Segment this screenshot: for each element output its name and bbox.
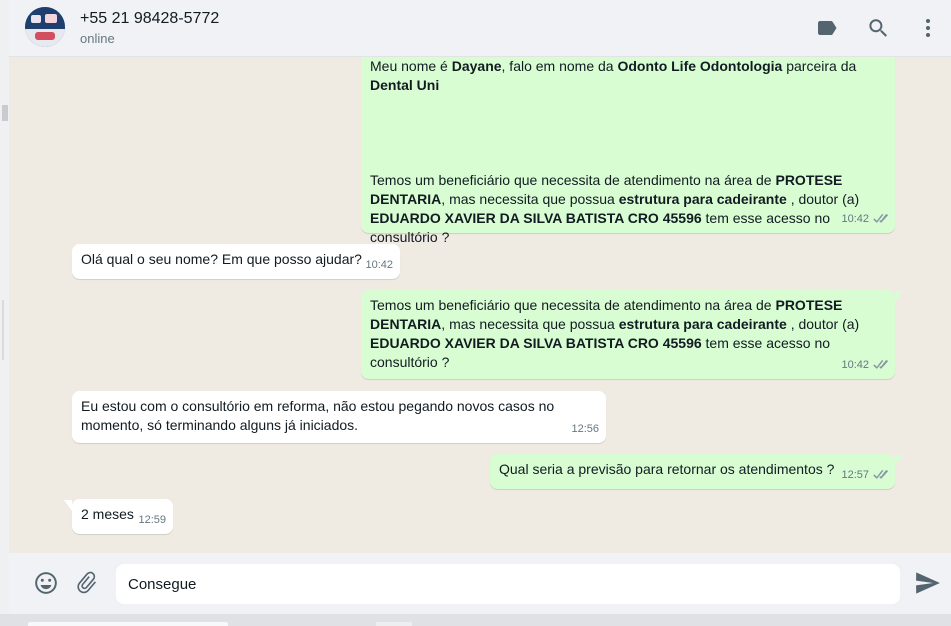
attach-icon[interactable] [74, 570, 100, 596]
composer-bar [9, 553, 951, 614]
double-check-icon [872, 470, 888, 481]
message-input[interactable] [116, 564, 900, 604]
message-text-bold: Odonto Life Odontologia [617, 58, 783, 74]
message-text-segment: 2 meses [81, 506, 134, 522]
message-time: 10:42 [841, 359, 869, 371]
window-edge [0, 0, 9, 626]
message-text: Olá qual o seu nome? Em que posso ajudar… [81, 250, 391, 269]
message-text-bold: EDUARDO XAVIER DA SILVA BATISTA CRO 4559… [370, 335, 702, 351]
message-text-segment: Meu nome é [370, 58, 452, 74]
message-text-segment: , doutor (a) [786, 316, 860, 332]
message-text-segment: , mas necessita que possua [441, 316, 619, 332]
message-text-bold: estrutura para cadeirante [618, 191, 787, 207]
message-meta: 10:42 [841, 210, 888, 229]
message-text-segment: , doutor (a) [786, 191, 860, 207]
message-text: Meu nome é Dayane, falo em nome da Odont… [370, 57, 886, 247]
message-text-segment: Olá qual o seu nome? Em que posso ajudar… [81, 251, 362, 267]
message-meta: 12:59 [138, 511, 166, 530]
message-list[interactable]: Meu nome é Dayane, falo em nome da Odont… [9, 57, 951, 553]
message-text-segment: Qual seria a previsão para retornar os a… [499, 461, 835, 477]
message-bubble-incoming[interactable]: 2 meses 12:59 [64, 499, 173, 534]
message-text-bold: Dayane [451, 58, 502, 74]
message-text-segment: Eu estou com o consultório em reforma, n… [81, 398, 555, 433]
contact-status: online [80, 31, 115, 46]
send-icon[interactable] [915, 570, 941, 596]
taskbar-tab [28, 622, 228, 626]
bubble-tail [895, 454, 903, 467]
message-meta: 10:42 [365, 256, 393, 275]
scroll-marker [2, 105, 8, 121]
message-time: 12:59 [138, 514, 166, 526]
message-time: 12:56 [571, 423, 599, 435]
double-check-icon [872, 360, 888, 371]
message-text-bold: EDUARDO XAVIER DA SILVA BATISTA CRO 4559… [370, 210, 702, 226]
message-bubble-outgoing[interactable]: Temos um beneficiário que necessita de a… [361, 290, 903, 379]
message-text-segment: , mas necessita que possua [441, 191, 619, 207]
message-time: 12:57 [841, 469, 869, 481]
menu-dots-icon[interactable] [916, 16, 940, 40]
message-bubble-incoming[interactable]: Eu estou com o consultório em reforma, n… [72, 391, 606, 443]
window-bottom-bar [0, 614, 951, 626]
contact-name[interactable]: +55 21 98428-5772 [80, 10, 219, 28]
emoji-icon[interactable] [33, 570, 59, 596]
message-meta: 12:57 [841, 466, 888, 485]
message-meta: 12:56 [571, 420, 599, 439]
message-bubble-incoming[interactable]: Olá qual o seu nome? Em que posso ajudar… [72, 244, 400, 279]
message-text-segment: , falo em nome da [501, 58, 618, 74]
message-text: Eu estou com o consultório em reforma, n… [81, 397, 597, 435]
message-text-bold: Dental Uni [370, 77, 440, 93]
message-time: 10:42 [365, 259, 393, 271]
message-text-segment: Temos um beneficiário que necessita de a… [370, 297, 776, 313]
chat-window: +55 21 98428-5772 online Meu nome é Daya… [9, 0, 951, 614]
message-text-segment: Temos um beneficiário que necessita de a… [370, 172, 776, 188]
avatar[interactable] [25, 7, 65, 47]
message-bubble-outgoing[interactable]: Meu nome é Dayane, falo em nome da Odont… [361, 57, 895, 245]
scroll-marker [2, 300, 4, 360]
message-text: Qual seria a previsão para retornar os a… [499, 460, 886, 479]
bubble-tail [895, 290, 903, 303]
search-icon[interactable] [866, 16, 890, 40]
chat-header[interactable]: +55 21 98428-5772 online [9, 0, 951, 57]
message-bubble-outgoing[interactable]: Qual seria a previsão para retornar os a… [490, 454, 903, 489]
double-check-icon [872, 214, 888, 225]
label-icon[interactable] [815, 16, 839, 40]
message-time: 10:42 [841, 213, 869, 225]
taskbar-tab [376, 622, 412, 626]
message-meta: 10:42 [841, 356, 888, 375]
message-text-segment: parceira da [782, 58, 857, 74]
message-text: Temos um beneficiário que necessita de a… [370, 296, 886, 372]
message-text-bold: estrutura para cadeirante [618, 316, 787, 332]
bubble-tail [64, 499, 72, 512]
